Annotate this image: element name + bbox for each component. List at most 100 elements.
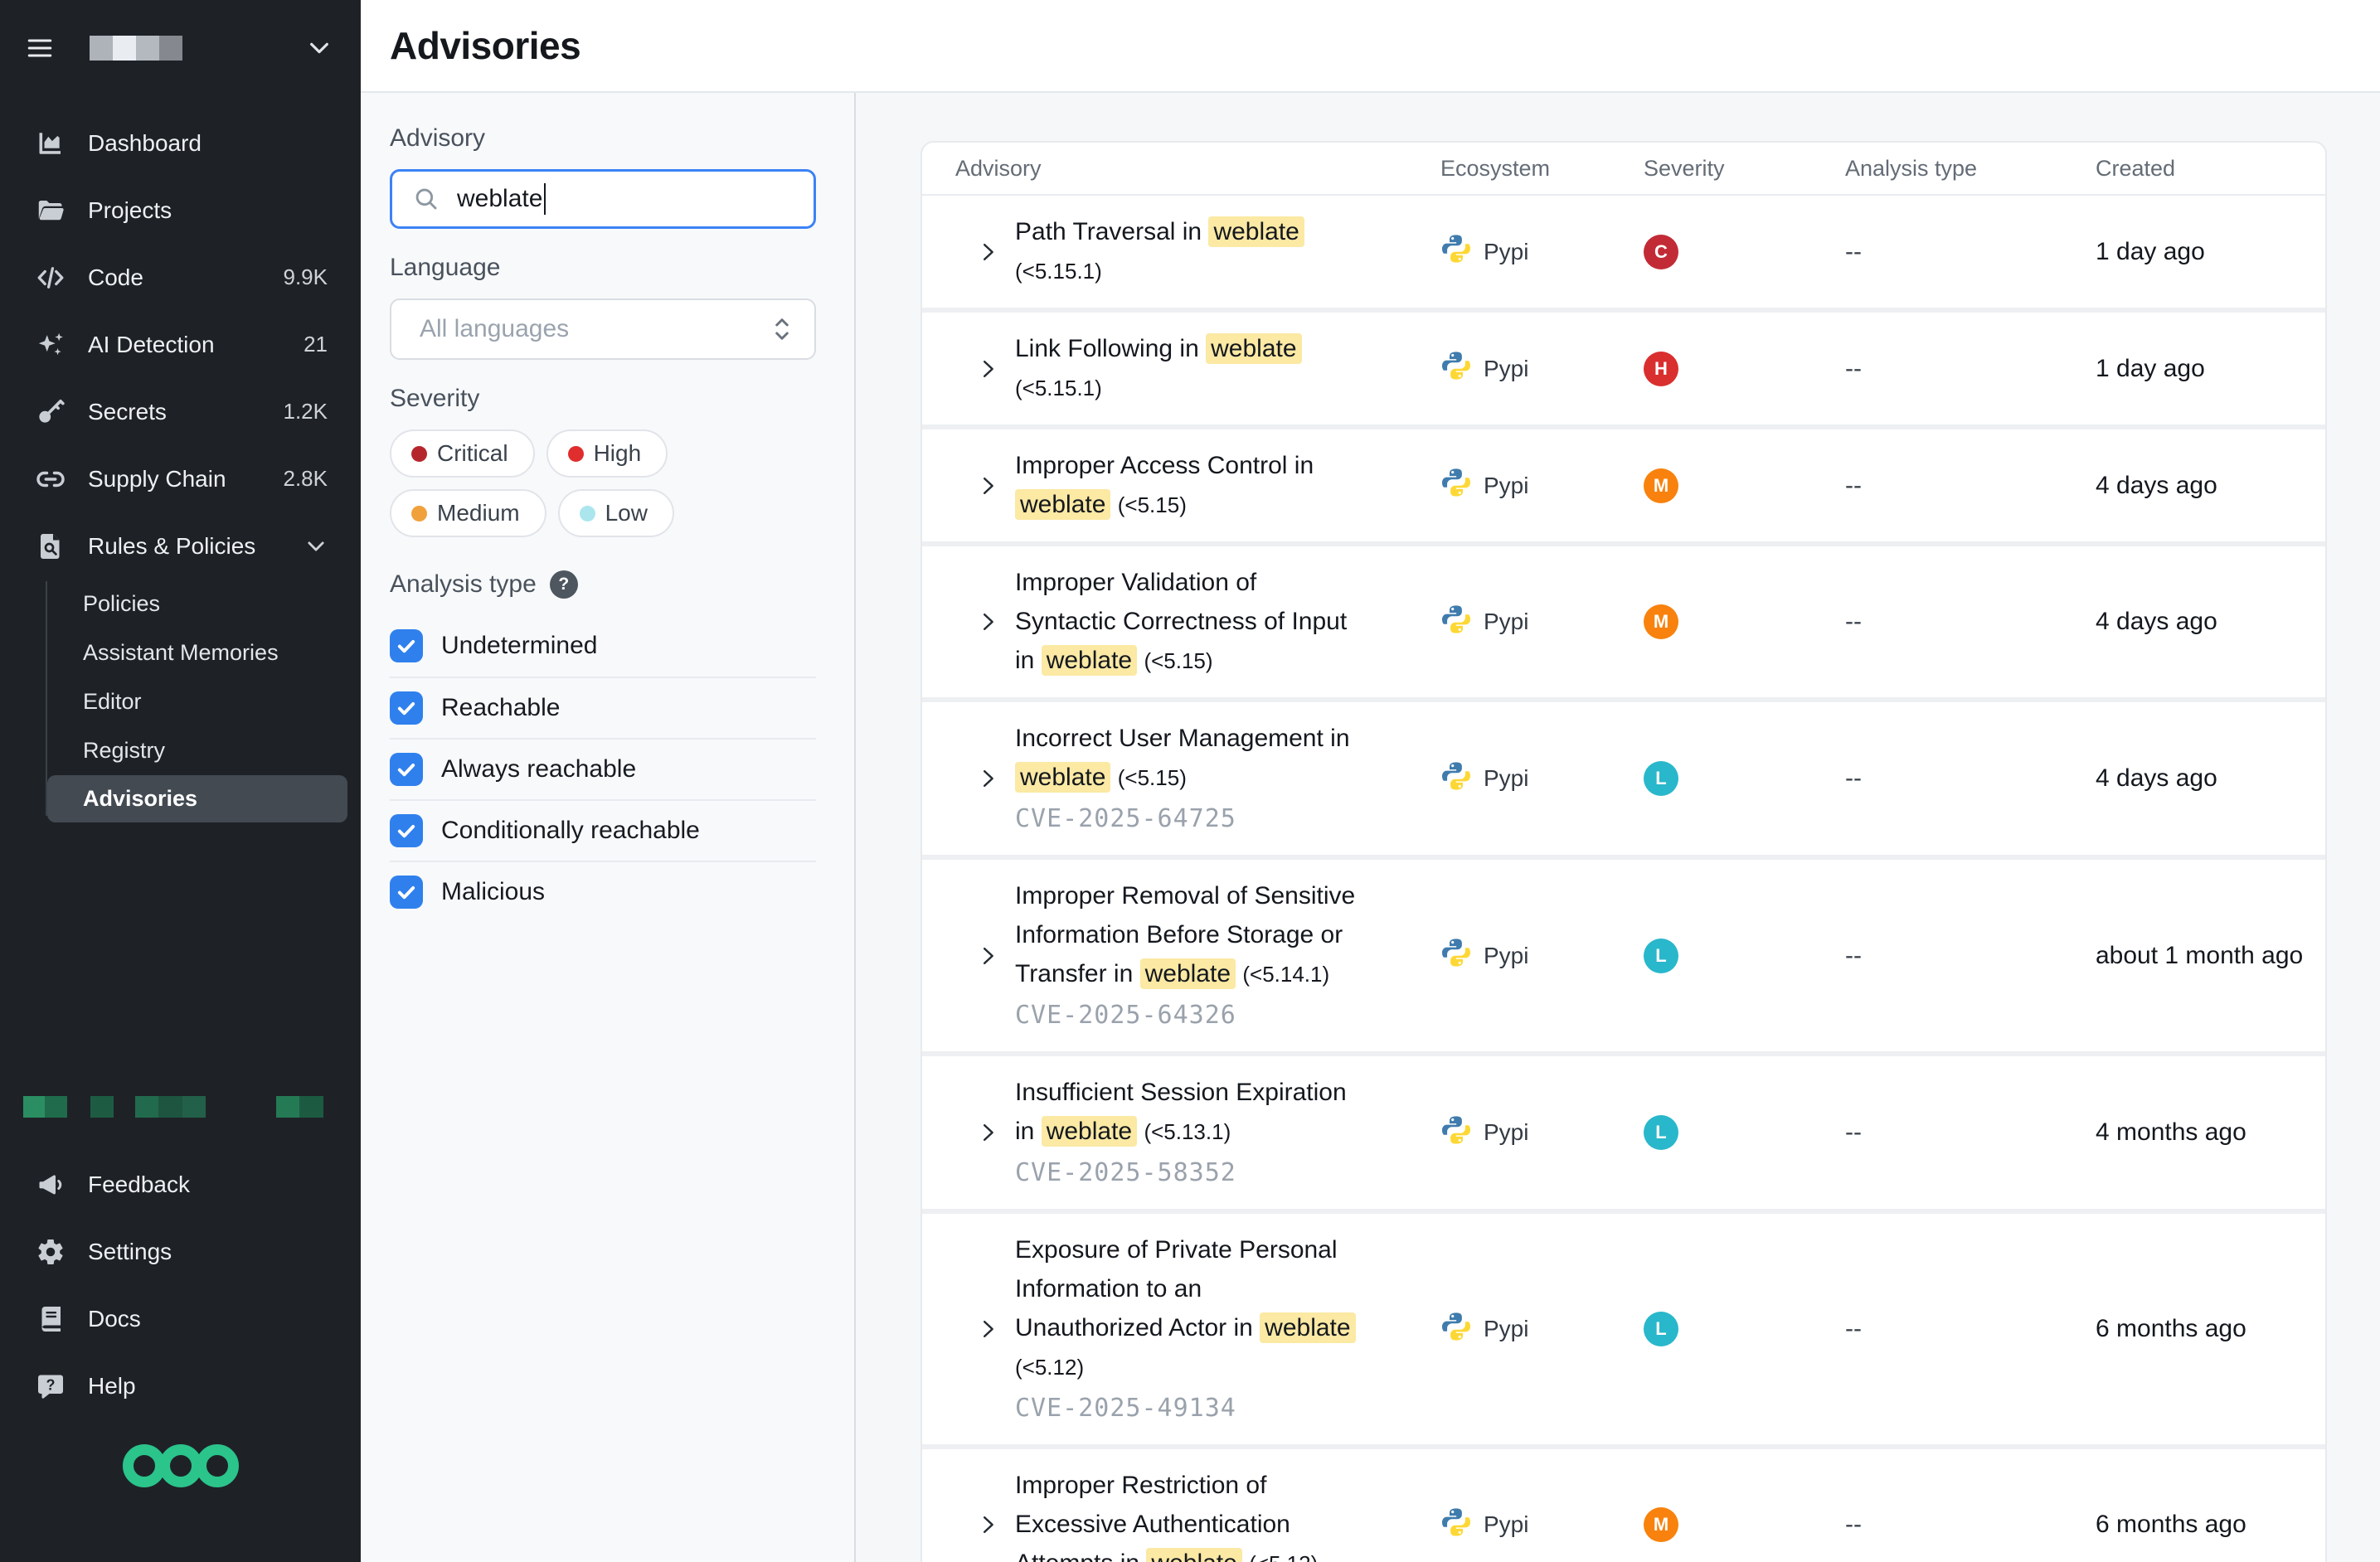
advisory-cell: Improper Validation ofSyntactic Correctn… [955,563,1440,681]
advisory-title[interactable]: Exposure of Private PersonalInformation … [1015,1230,1356,1387]
sidebar-item-docs[interactable]: Docs [0,1285,361,1352]
advisory-search-input[interactable]: weblate [390,169,816,229]
checkbox-always-reachable[interactable] [390,753,423,786]
expand-chevron-right-icon[interactable] [955,944,1015,968]
advisory-title[interactable]: Improper Validation ofSyntactic Correctn… [1015,563,1347,681]
severity-pill-medium[interactable]: Medium [390,489,546,537]
table-row[interactable]: Improper Removal of SensitiveInformation… [922,855,2325,1051]
table-row[interactable]: Improper Access Control inweblate (<5.15… [922,424,2325,541]
severity-cell: L [1644,939,1845,973]
sidebar-item-code[interactable]: Code 9.9K [0,244,361,311]
table-row[interactable]: Improper Validation ofSyntactic Correctn… [922,541,2325,697]
advisory-cell: Incorrect User Management inweblate (<5.… [955,719,1440,838]
expand-chevron-right-icon[interactable] [955,240,1015,264]
checkbox-label: Reachable [441,694,560,722]
language-select-value: All languages [420,315,569,343]
app-root: Dashboard Projects Code 9.9K AI Detecti [0,0,2380,1562]
severity-dot [568,446,584,462]
expand-chevron-right-icon[interactable] [955,1512,1015,1537]
table-row[interactable]: Link Following in weblate(<5.15.1) Pypi … [922,308,2325,424]
severity-badge: H [1644,352,1678,386]
table-row[interactable]: Insufficient Session Expirationin weblat… [922,1051,2325,1209]
expand-chevron-right-icon[interactable] [955,473,1015,498]
sidebar-item-secrets[interactable]: Secrets 1.2K [0,378,361,445]
advisory-cve: CVE-2025-64725 [1015,799,1350,838]
sidebar-item-label: Secrets [88,399,167,425]
sidebar-item-rules-policies[interactable]: Rules & Policies [0,512,361,580]
sidebar-item-label: Help [88,1373,136,1399]
expand-chevron-right-icon[interactable] [955,1120,1015,1145]
severity-badge: M [1644,604,1678,639]
expand-chevron-right-icon[interactable] [955,609,1015,634]
page-header: Advisories [361,0,2380,93]
sidebar-item-label: Dashboard [88,130,202,157]
expand-chevron-right-icon[interactable] [955,766,1015,791]
severity-badge: C [1644,235,1678,269]
advisory-text: Improper Validation ofSyntactic Correctn… [1015,563,1347,681]
sidebar-item-settings[interactable]: Settings [0,1218,361,1285]
gear-icon [35,1236,66,1268]
sub-item-label: Advisories [83,786,197,812]
table-row[interactable]: Exposure of Private PersonalInformation … [922,1209,2325,1444]
chevron-down-icon[interactable] [304,535,328,558]
advisory-title[interactable]: Insufficient Session Expirationin weblat… [1015,1073,1347,1152]
language-filter-label: Language [390,254,816,282]
advisory-title[interactable]: Path Traversal in weblate(<5.15.1) [1015,212,1304,291]
main-area: Advisories Advisory weblate Language All… [361,0,2380,1562]
sub-item-label: Editor [83,689,142,715]
checkbox-malicious[interactable] [390,876,423,909]
severity-pill-low[interactable]: Low [558,489,674,537]
sidebar-item-ai-detection[interactable]: AI Detection 21 [0,311,361,378]
hamburger-icon[interactable] [25,33,55,63]
sidebar-item-policies[interactable]: Policies [0,580,361,628]
checkbox-label: Always reachable [441,755,636,783]
sidebar-item-advisories[interactable]: Advisories [47,775,347,822]
severity-badge: M [1644,468,1678,503]
sidebar-item-assistant-memories[interactable]: Assistant Memories [0,628,361,677]
checkbox-conditionally-reachable[interactable] [390,814,423,847]
table-row[interactable]: Incorrect User Management inweblate (<5.… [922,697,2325,855]
language-select[interactable]: All languages [390,298,816,360]
checkbox-undetermined[interactable] [390,629,423,662]
severity-pill-critical[interactable]: Critical [390,429,535,478]
advisory-text: Path Traversal in weblate(<5.15.1) [1015,212,1304,291]
sidebar-item-projects[interactable]: Projects [0,177,361,244]
book-icon [35,1303,66,1335]
expand-chevron-right-icon[interactable] [955,357,1015,381]
search-value: weblate [457,185,542,213]
text-caret [544,183,546,215]
table-header-row: AdvisoryEcosystemSeverityAnalysis typeCr… [922,143,2325,196]
expand-chevron-right-icon[interactable] [955,1317,1015,1341]
sidebar-nav: Dashboard Projects Code 9.9K AI Detecti [0,109,361,824]
checkbox-reachable[interactable] [390,691,423,725]
table-row[interactable]: Path Traversal in weblate(<5.15.1) Pypi … [922,196,2325,308]
pypi-icon [1440,1114,1472,1152]
severity-cell: M [1644,1507,1845,1542]
checkbox-label: Undetermined [441,632,597,660]
table-row[interactable]: Improper Restriction ofExcessive Authent… [922,1444,2325,1562]
question-circle-icon[interactable]: ? [550,570,578,599]
sidebar-item-registry[interactable]: Registry [0,726,361,775]
sub-item-label: Assistant Memories [83,640,279,666]
advisory-title[interactable]: Improper Removal of SensitiveInformation… [1015,876,1355,994]
analysis-option-row: Malicious [390,861,816,922]
advisory-title[interactable]: Link Following in weblate(<5.15.1) [1015,329,1302,408]
advisory-title[interactable]: Improper Restriction ofExcessive Authent… [1015,1466,1318,1562]
key-icon [35,396,66,428]
created-value: 1 day ago [2096,355,2292,383]
sidebar-item-editor[interactable]: Editor [0,677,361,726]
sidebar-item-dashboard[interactable]: Dashboard [0,109,361,177]
analysis-type-label: Analysis type [390,570,537,599]
sidebar-item-count: 9.9K [284,264,328,290]
help-bubble-icon: ? [35,1370,66,1402]
sidebar-item-supply-chain[interactable]: Supply Chain 2.8K [0,445,361,512]
sidebar-item-help[interactable]: ? Help [0,1352,361,1419]
advisory-title[interactable]: Incorrect User Management inweblate (<5.… [1015,719,1350,798]
severity-badge: L [1644,1115,1678,1150]
advisory-text: Improper Access Control inweblate (<5.15… [1015,446,1314,525]
sidebar-item-feedback[interactable]: Feedback [0,1151,361,1218]
org-switcher-chevron-down-icon[interactable] [306,35,333,61]
severity-pill-high[interactable]: High [546,429,668,478]
severity-badge: L [1644,939,1678,973]
advisory-title[interactable]: Improper Access Control inweblate (<5.15… [1015,446,1314,525]
